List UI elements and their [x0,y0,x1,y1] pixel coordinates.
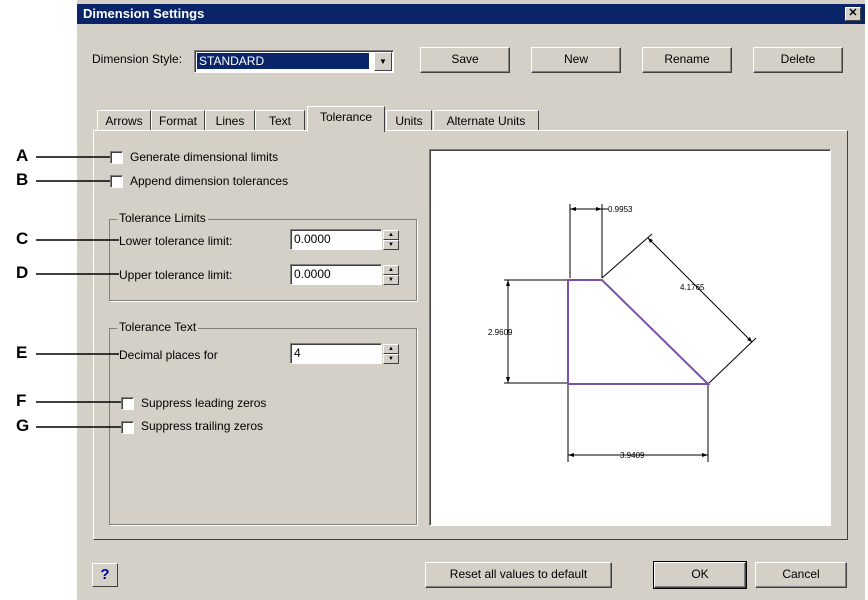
save-button[interactable]: Save [420,47,510,73]
delete-button[interactable]: Delete [753,47,843,73]
spin-down-icon[interactable]: ▼ [383,275,399,285]
lower-limit-label: Lower tolerance limit: [119,234,233,248]
callout-d: D [16,263,29,282]
reset-defaults-button[interactable]: Reset all values to default [425,562,612,588]
decimal-places-input[interactable]: 4 [290,343,382,364]
help-icon: ? [100,566,110,583]
decimal-places-value: 4 [294,346,301,360]
tolerance-limits-title: Tolerance Limits [117,211,208,225]
callout-e: E [16,343,28,362]
close-icon: ✕ [848,7,858,19]
callout-c: C [16,229,29,248]
preview-drawing: 0.9953 4.1765 2.9609 3.9409 [488,204,757,462]
dimension-style-value: STANDARD [197,53,369,69]
cancel-button[interactable]: Cancel [755,562,847,588]
part-outline [567,279,711,385]
callout-f: F [16,391,27,410]
tab-format[interactable]: Format [151,110,205,131]
dimension-preview: 0.9953 4.1765 2.9609 3.9409 [429,149,831,526]
spin-down-icon[interactable]: ▼ [383,240,399,250]
callout-a: A [16,146,29,165]
rename-button[interactable]: Rename [642,47,732,73]
suppress-trailing-label: Suppress trailing zeros [141,419,264,433]
spin-up-icon[interactable]: ▲ [383,265,399,275]
callout-b: B [16,170,29,189]
suppress-leading-label: Suppress leading zeros [141,396,267,410]
tab-lines[interactable]: Lines [205,110,255,131]
dim-bottom-value: 3.9409 [620,451,645,460]
dim-left-value: 2.9609 [488,328,513,337]
spin-up-icon[interactable]: ▲ [383,344,399,354]
dim-diagonal-value: 4.1765 [680,283,705,292]
help-button[interactable]: ? [92,563,118,587]
dimension-style-dropdown[interactable]: STANDARD ▼ [194,50,394,73]
callout-g: G [16,416,30,435]
new-button[interactable]: New [531,47,621,73]
tab-units[interactable]: Units [386,110,432,131]
callout-leaders [36,156,121,428]
lower-limit-value: 0.0000 [294,232,331,246]
close-button[interactable]: ✕ [845,7,861,21]
append-tolerances-label: Append dimension tolerances [130,174,289,188]
spin-up-icon[interactable]: ▲ [383,230,399,240]
title-bar[interactable]: Dimension Settings ✕ [77,4,865,24]
upper-limit-label: Upper tolerance limit: [119,268,233,282]
lower-limit-input[interactable]: 0.0000 [290,229,382,250]
upper-limit-value: 0.0000 [294,267,331,281]
tab-tolerance[interactable]: Tolerance [307,106,385,132]
spin-down-icon[interactable]: ▼ [383,354,399,364]
tab-alternate-units[interactable]: Alternate Units [433,110,539,131]
generate-limits-label: Generate dimensional limits [130,150,279,164]
tab-text[interactable]: Text [255,110,305,131]
upper-limit-input[interactable]: 0.0000 [290,264,382,285]
decimal-places-label: Decimal places for [119,348,218,362]
dim-top-value: 0.9953 [608,205,633,214]
chevron-down-icon[interactable]: ▼ [374,52,392,71]
ok-button[interactable]: OK [653,561,747,589]
